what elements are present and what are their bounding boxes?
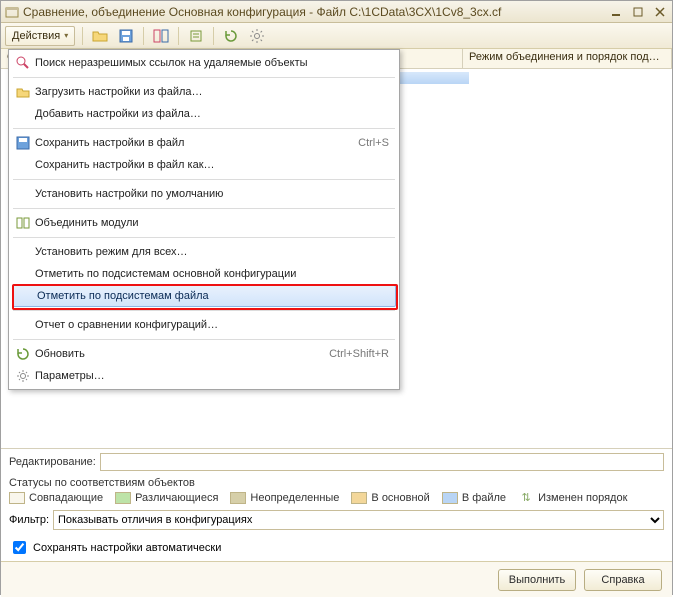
swatch-diff xyxy=(115,492,131,504)
status-legend: Совпадающие Различающиеся Неопределенные… xyxy=(1,489,672,506)
menu-item-label: Отметить по подсистемам основной конфигу… xyxy=(35,268,389,280)
run-button[interactable]: Выполнить xyxy=(498,569,576,591)
actions-menu: Поиск неразрешимых ссылок на удаляемые о… xyxy=(8,49,400,390)
restore-button[interactable] xyxy=(630,5,646,19)
editing-label: Редактирование: xyxy=(9,456,96,468)
menu-item[interactable]: Загрузить настройки из файла… xyxy=(11,81,397,103)
menu-item-label: Сохранить настройки в файл как… xyxy=(35,159,389,171)
menu-separator xyxy=(13,179,395,180)
editing-input[interactable] xyxy=(100,453,664,471)
menu-item[interactable]: Поиск неразрешимых ссылок на удаляемые о… xyxy=(11,52,397,74)
menu-item-label: Отметить по подсистемам файла xyxy=(37,290,387,302)
menu-item-shortcut: Ctrl+Shift+R xyxy=(329,348,389,360)
menu-item-label: Параметры… xyxy=(35,370,389,382)
menu-separator xyxy=(13,310,395,311)
menu-item-label: Поиск неразрешимых ссылок на удаляемые о… xyxy=(35,57,389,69)
menu-item[interactable]: Установить настройки по умолчанию xyxy=(11,183,397,205)
toolbar: Действия ▾ xyxy=(1,23,672,49)
save-icon[interactable] xyxy=(116,26,136,46)
menu-item-label: Загрузить настройки из файла… xyxy=(35,86,389,98)
save-icon xyxy=(11,135,35,151)
help-button[interactable]: Справка xyxy=(584,569,662,591)
menu-item[interactable]: Сохранить настройки в файл как… xyxy=(11,154,397,176)
bottom-bar: Выполнить Справка xyxy=(1,561,672,597)
swatch-file xyxy=(442,492,458,504)
chevron-down-icon: ▾ xyxy=(64,31,68,40)
order-changed-icon: ⇅ xyxy=(518,491,534,504)
refresh-icon xyxy=(11,346,35,362)
swatch-undef xyxy=(230,492,246,504)
menu-item[interactable]: Отметить по подсистемам файла xyxy=(12,285,396,307)
toolbar-sep xyxy=(82,27,83,45)
swatch-main xyxy=(351,492,367,504)
refresh-icon[interactable] xyxy=(221,26,241,46)
load-icon xyxy=(11,84,35,100)
minimize-button[interactable] xyxy=(608,5,624,19)
window-icon xyxy=(5,5,19,19)
menu-item-label: Обновить xyxy=(35,348,329,360)
menu-item-label: Установить режим для всех… xyxy=(35,246,389,258)
legend-header: Статусы по соответствиям объектов xyxy=(1,473,672,489)
toolbar-sep xyxy=(178,27,179,45)
filter-label: Фильтр: xyxy=(9,514,49,526)
menu-item[interactable]: ОбновитьCtrl+Shift+R xyxy=(11,343,397,365)
autosave-row: Сохранять настройки автоматически xyxy=(1,534,672,561)
compare-icon[interactable] xyxy=(151,26,171,46)
menu-separator xyxy=(13,128,395,129)
toolbar-sep xyxy=(213,27,214,45)
actions-dropdown[interactable]: Действия ▾ xyxy=(5,26,75,46)
menu-separator xyxy=(13,77,395,78)
window-title: Сравнение, объединение Основная конфигур… xyxy=(23,5,501,19)
menu-item[interactable]: Объединить модули xyxy=(11,212,397,234)
menu-item[interactable]: Установить режим для всех… xyxy=(11,241,397,263)
menu-item-label: Отчет о сравнении конфигураций… xyxy=(35,319,389,331)
menu-item-label: Установить настройки по умолчанию xyxy=(35,188,389,200)
settings-icon[interactable] xyxy=(247,26,267,46)
column-merge-mode[interactable]: Режим объединения и порядок подчи… xyxy=(463,49,672,68)
autosave-checkbox[interactable] xyxy=(13,541,26,554)
menu-item-shortcut: Ctrl+S xyxy=(358,137,389,149)
search-links-icon xyxy=(11,55,35,71)
open-folder-icon[interactable] xyxy=(90,26,110,46)
menu-separator xyxy=(13,339,395,340)
editing-row: Редактирование: xyxy=(1,449,672,473)
close-button[interactable] xyxy=(652,5,668,19)
menu-item[interactable]: Отметить по подсистемам основной конфигу… xyxy=(11,263,397,285)
menu-item[interactable]: Добавить настройки из файла… xyxy=(11,103,397,125)
filter-select[interactable]: Показывать отличия в конфигурациях xyxy=(53,510,664,530)
menu-separator xyxy=(13,237,395,238)
menu-item-label: Сохранить настройки в файл xyxy=(35,137,358,149)
menu-item[interactable]: Отчет о сравнении конфигураций… xyxy=(11,314,397,336)
autosave-label: Сохранять настройки автоматически xyxy=(33,542,221,554)
toolbar-sep xyxy=(143,27,144,45)
menu-item-label: Добавить настройки из файла… xyxy=(35,108,389,120)
menu-item[interactable]: Сохранить настройки в файлCtrl+S xyxy=(11,132,397,154)
menu-item-label: Объединить модули xyxy=(35,217,389,229)
menu-separator xyxy=(13,208,395,209)
merge-modules-icon[interactable] xyxy=(186,26,206,46)
actions-label: Действия xyxy=(12,30,60,42)
titlebar: Сравнение, объединение Основная конфигур… xyxy=(1,1,672,23)
swatch-matching xyxy=(9,492,25,504)
merge-icon xyxy=(11,215,35,231)
menu-item[interactable]: Параметры… xyxy=(11,365,397,387)
settings-icon xyxy=(11,368,35,384)
filter-row: Фильтр: Показывать отличия в конфигураци… xyxy=(1,506,672,534)
